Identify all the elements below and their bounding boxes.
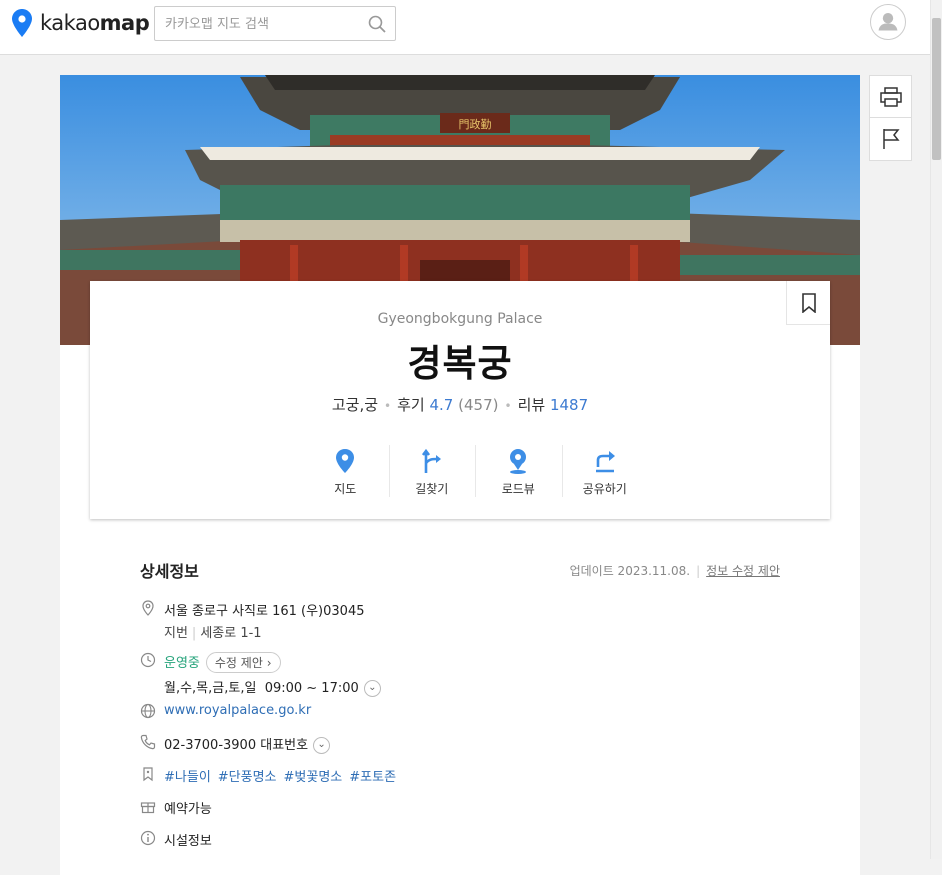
gift-icon	[140, 802, 156, 814]
map-pin-icon	[336, 449, 355, 473]
jibun-address: 지번 | 세종로 1-1	[164, 626, 262, 641]
tag-item[interactable]: #나들이	[164, 770, 211, 785]
tag-item[interactable]: #벚꽃명소	[284, 770, 343, 785]
facilities-text: 시설정보	[164, 834, 212, 849]
blog-review-label[interactable]: 리뷰	[518, 396, 546, 414]
search-icon[interactable]	[367, 14, 387, 34]
hours-detail: 월,수,목,금,토,일 09:00 ~ 17:00 ⌄	[164, 677, 381, 697]
phone-line: 02-3700-3900 대표번호 ⌄	[164, 734, 331, 754]
tag-item[interactable]: #단풍명소	[218, 770, 277, 785]
share-icon	[595, 451, 615, 473]
rating-score[interactable]: 4.7	[430, 396, 454, 414]
hours-days: 월,수,목,금,토,일	[164, 681, 257, 696]
website-link[interactable]: www.royalpalace.go.kr	[164, 703, 311, 718]
logo-text: kakaomap	[40, 11, 150, 35]
info-icon	[140, 830, 156, 846]
rating-count[interactable]: (457)	[458, 396, 498, 414]
phone-expand-chevron-icon[interactable]: ⌄	[313, 737, 331, 754]
tag-list: #나들이 #단풍명소 #벚꽃명소 #포토존	[164, 766, 403, 785]
clock-icon	[140, 652, 156, 668]
side-tools	[869, 75, 912, 161]
print-icon	[879, 86, 902, 107]
blog-review-count[interactable]: 1487	[550, 396, 588, 414]
location-icon	[142, 600, 154, 616]
logo-pin-icon	[12, 9, 32, 37]
action-bar: 지도 길찾기 로드뷰 공유하기	[302, 443, 648, 499]
phone-number[interactable]: 02-3700-3900	[164, 738, 256, 753]
tag-icon	[143, 767, 153, 782]
roadview-button[interactable]: 로드뷰	[475, 443, 562, 499]
scrollbar-thumb[interactable]	[932, 18, 941, 160]
top-bar: kakaomap	[0, 0, 930, 55]
directions-button-label: 길찾기	[415, 482, 449, 496]
directions-icon	[421, 448, 441, 473]
place-summary-card: Gyeongbokgung Palace 경복궁 고궁,궁 • 후기 4.7 (45…	[90, 281, 830, 519]
detail-title: 상세정보	[140, 562, 199, 581]
directions-button[interactable]: 길찾기	[388, 443, 476, 499]
search-box[interactable]	[154, 6, 396, 41]
phone-icon	[140, 734, 156, 750]
jibun-value: 세종로 1-1	[200, 626, 262, 641]
open-status: 운영중	[164, 656, 200, 671]
hours-time: 09:00 ~ 17:00	[264, 681, 359, 696]
map-button[interactable]: 지도	[302, 443, 389, 499]
map-button-label: 지도	[334, 482, 357, 496]
globe-icon	[140, 703, 156, 719]
reservation-text: 예약가능	[164, 802, 212, 817]
address-text[interactable]: 서울 종로구 사직로 161 (우)03045	[164, 600, 364, 619]
print-button[interactable]	[870, 76, 911, 118]
place-meta: 고궁,궁 • 후기 4.7 (457) • 리뷰 1487	[331, 396, 589, 414]
user-avatar-icon[interactable]	[870, 4, 906, 40]
roadview-icon	[510, 449, 527, 474]
svg-text:門政勤: 門政勤	[459, 117, 492, 131]
place-title: 경복궁	[407, 342, 513, 385]
roadview-button-label: 로드뷰	[501, 482, 535, 496]
flag-icon	[882, 129, 900, 149]
edit-suggest-link[interactable]: 정보 수정 제안	[706, 564, 780, 578]
report-button[interactable]	[870, 118, 911, 160]
place-category: 고궁,궁	[331, 396, 379, 414]
jibun-label: 지번	[164, 626, 188, 641]
share-button[interactable]: 공유하기	[561, 443, 649, 499]
update-info: 업데이트 2023.11.08. | 정보 수정 제안	[569, 564, 780, 578]
hours-status-line: 운영중 수정 제안 ›	[164, 652, 281, 673]
share-button-label: 공유하기	[582, 482, 627, 496]
review-label[interactable]: 후기	[397, 396, 425, 414]
kakaomap-logo[interactable]: kakaomap	[12, 8, 150, 38]
status-edit-button[interactable]: 수정 제안 ›	[205, 652, 281, 673]
hours-expand-chevron-icon[interactable]: ⌄	[363, 680, 381, 697]
bookmark-icon	[801, 292, 816, 313]
update-date: 업데이트 2023.11.08.	[569, 564, 691, 578]
search-input[interactable]	[165, 14, 365, 34]
phone-type: 대표번호	[260, 738, 309, 753]
place-english-name: Gyeongbokgung Palace	[377, 311, 543, 327]
tag-item[interactable]: #포토존	[349, 770, 396, 785]
